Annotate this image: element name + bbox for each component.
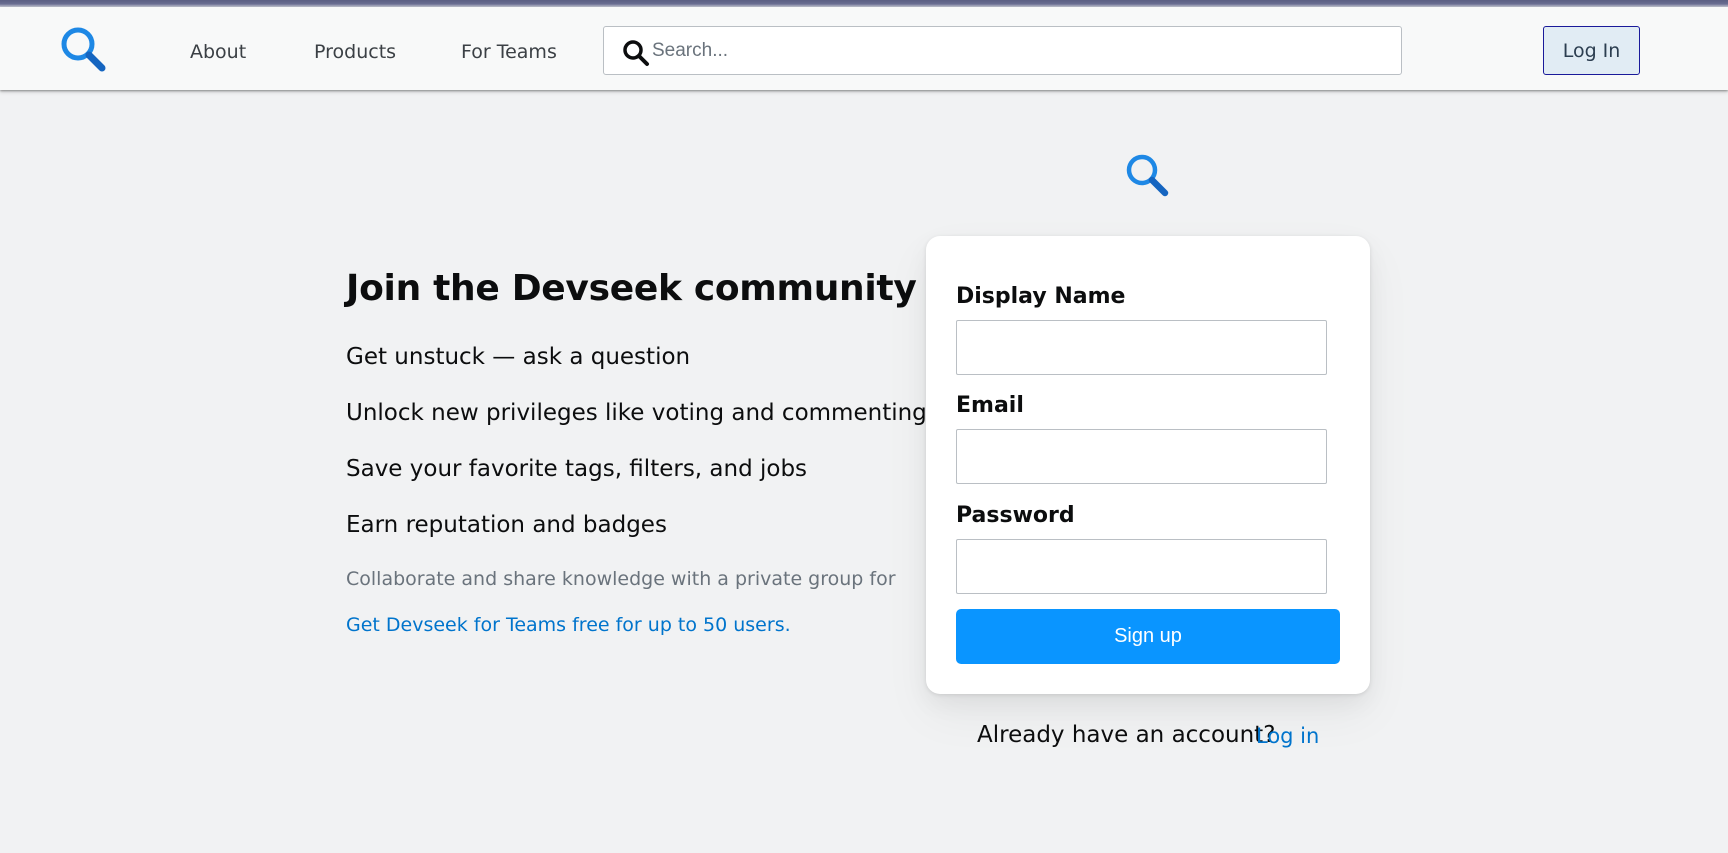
teams-free-link[interactable]: Get Devseek for Teams free for up to 50 … [346, 614, 791, 636]
display-name-label: Display Name [956, 284, 1126, 309]
search-icon [623, 40, 649, 66]
email-label: Email [956, 393, 1024, 418]
magnifier-logo-icon [1126, 154, 1169, 197]
display-name-field[interactable] [956, 320, 1327, 375]
benefit-item: Get unstuck — ask a question [346, 344, 691, 370]
benefit-item: Earn reputation and badges [346, 512, 667, 538]
nav-link-for-teams[interactable]: For Teams [461, 41, 557, 63]
email-field[interactable] [956, 429, 1327, 484]
hero-logo [1124, 152, 1172, 200]
benefit-item: Save your favorite tags, filters, and jo… [346, 456, 808, 482]
password-label: Password [956, 503, 1075, 528]
password-field[interactable] [956, 539, 1327, 594]
signup-form: Display Name Email Password Sign up [926, 236, 1370, 694]
nav-link-products[interactable]: Products [314, 41, 396, 63]
top-navbar: About Products For Teams Log In [0, 7, 1728, 90]
search-bar [603, 26, 1402, 75]
nav-link-about[interactable]: About [190, 41, 246, 63]
already-have-account-text: Already have an account? [977, 722, 1276, 748]
search-input[interactable] [652, 27, 1392, 74]
page-title: Join the Devseek community [346, 268, 917, 309]
magnifier-logo-icon [61, 27, 106, 72]
signup-button[interactable]: Sign up [956, 609, 1340, 664]
login-link[interactable]: Log in [1256, 724, 1319, 748]
site-logo[interactable] [58, 24, 110, 76]
top-accent-bar [0, 0, 1728, 7]
header-login-button[interactable]: Log In [1543, 26, 1640, 75]
benefit-item: Unlock new privileges like voting and co… [346, 400, 927, 426]
collaborate-text: Collaborate and share knowledge with a p… [346, 568, 896, 590]
